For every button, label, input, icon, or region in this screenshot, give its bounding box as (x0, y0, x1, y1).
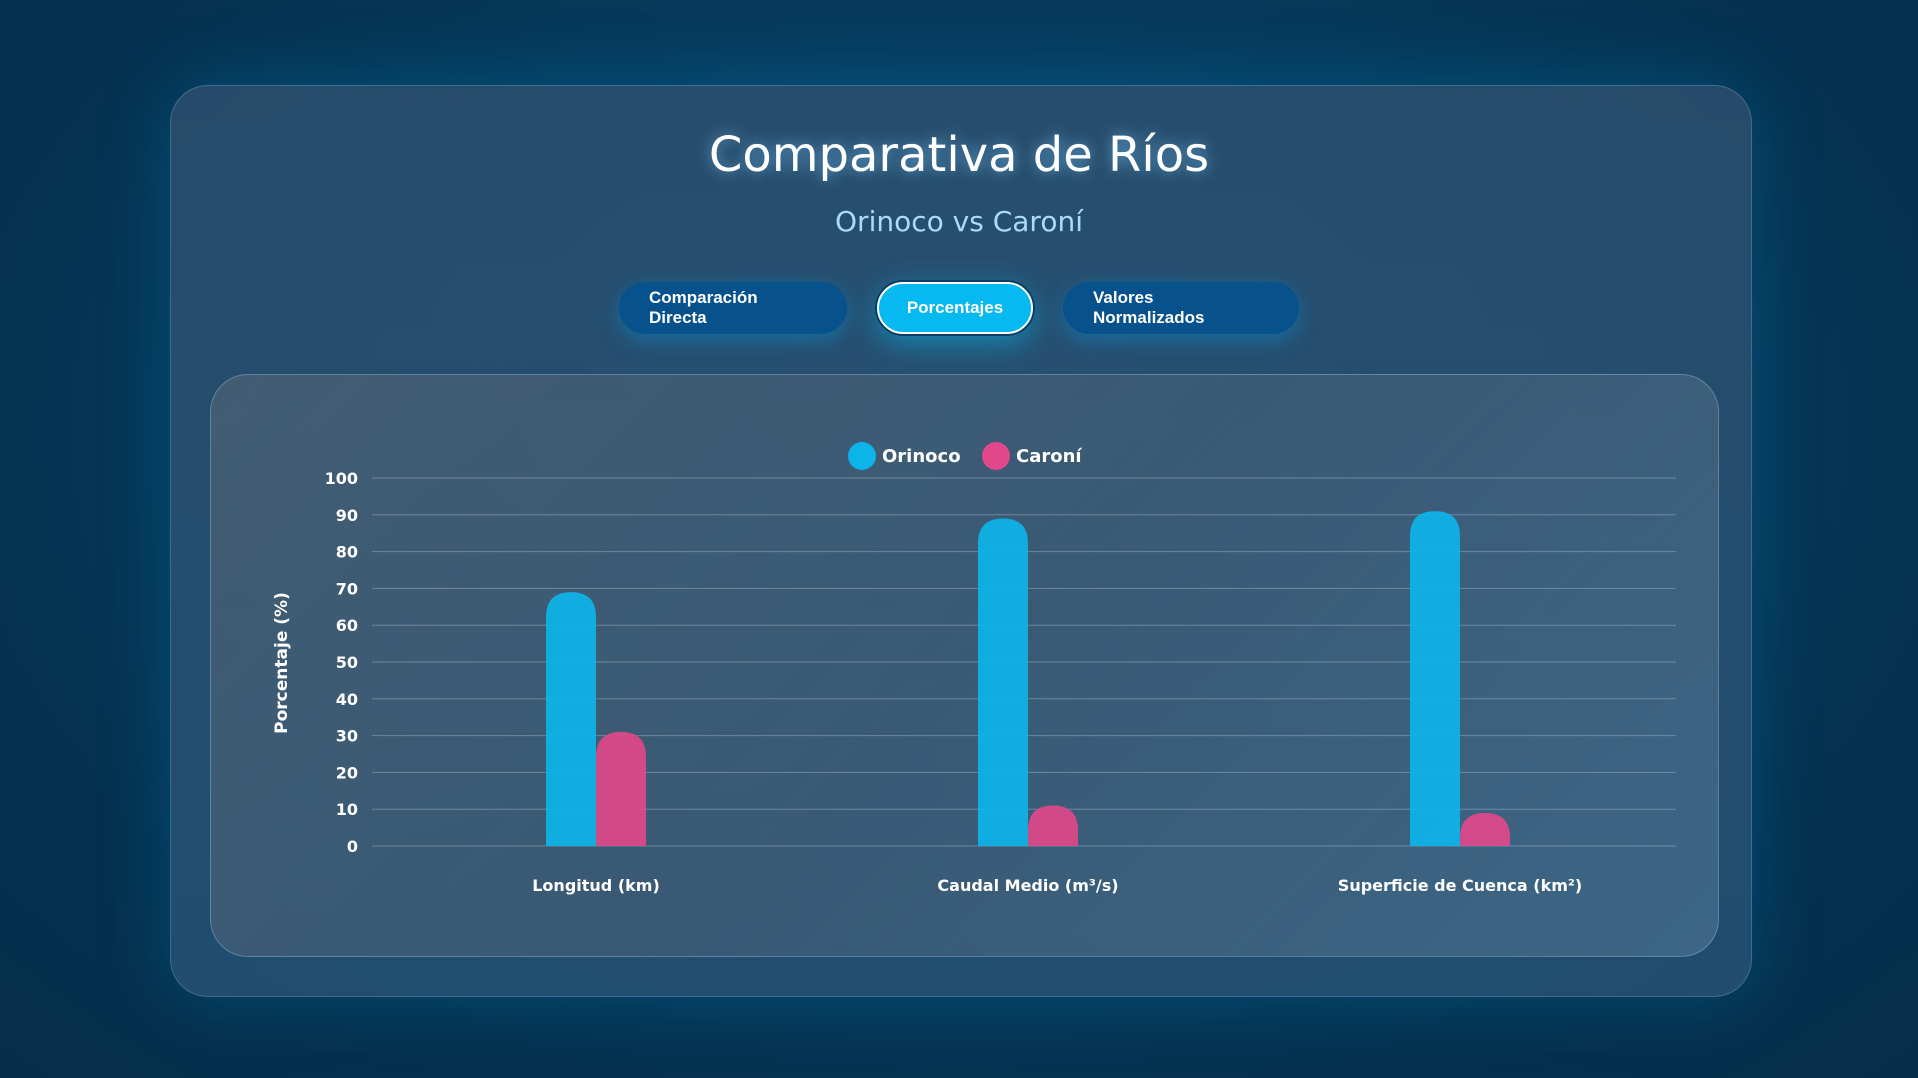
bars (546, 511, 1510, 846)
y-tick-label: 80 (336, 543, 358, 562)
x-tick-label: Caudal Medio (m³/s) (937, 876, 1118, 895)
x-axis-ticks: Longitud (km) Caudal Medio (m³/s) Superfic… (532, 876, 1582, 895)
y-tick-label: 90 (336, 506, 358, 525)
y-tick-label: 20 (336, 763, 358, 782)
y-tick-label: 40 (336, 690, 358, 709)
bar-orinoco-2[interactable] (1410, 511, 1460, 846)
bar-orinoco-0[interactable] (546, 592, 596, 846)
y-tick-label: 0 (347, 837, 358, 856)
x-tick-label: Longitud (km) (532, 876, 660, 895)
y-tick-label: 70 (336, 579, 358, 598)
y-axis-label: Porcentaje (%) (272, 592, 292, 734)
bar-caroni-1[interactable] (1028, 805, 1078, 846)
bar-caroni-2[interactable] (1460, 812, 1510, 846)
bar-orinoco-1[interactable] (978, 518, 1028, 846)
legend: Orinoco Caroní (848, 442, 1082, 470)
y-axis-ticks: 0 10 20 30 40 50 60 70 80 90 100 (325, 469, 358, 856)
y-tick-label: 60 (336, 616, 358, 635)
legend-item-orinoco[interactable]: Orinoco (848, 442, 961, 470)
y-tick-label: 50 (336, 653, 358, 672)
y-tick-label: 100 (325, 469, 358, 488)
y-tick-label: 10 (336, 800, 358, 819)
legend-label-caroni: Caroní (1016, 446, 1082, 467)
x-tick-label: Superficie de Cuenca (km²) (1338, 876, 1582, 895)
bar-caroni-0[interactable] (596, 731, 646, 846)
bar-chart: 0 10 20 30 40 50 60 70 80 90 100 Longitud (km) Caud… (272, 442, 1676, 895)
y-tick-label: 30 (336, 727, 358, 746)
legend-item-caroni[interactable]: Caroní (982, 442, 1082, 470)
legend-swatch-orinoco (848, 442, 876, 470)
legend-swatch-caroni (982, 442, 1010, 470)
legend-label-orinoco: Orinoco (882, 446, 961, 467)
